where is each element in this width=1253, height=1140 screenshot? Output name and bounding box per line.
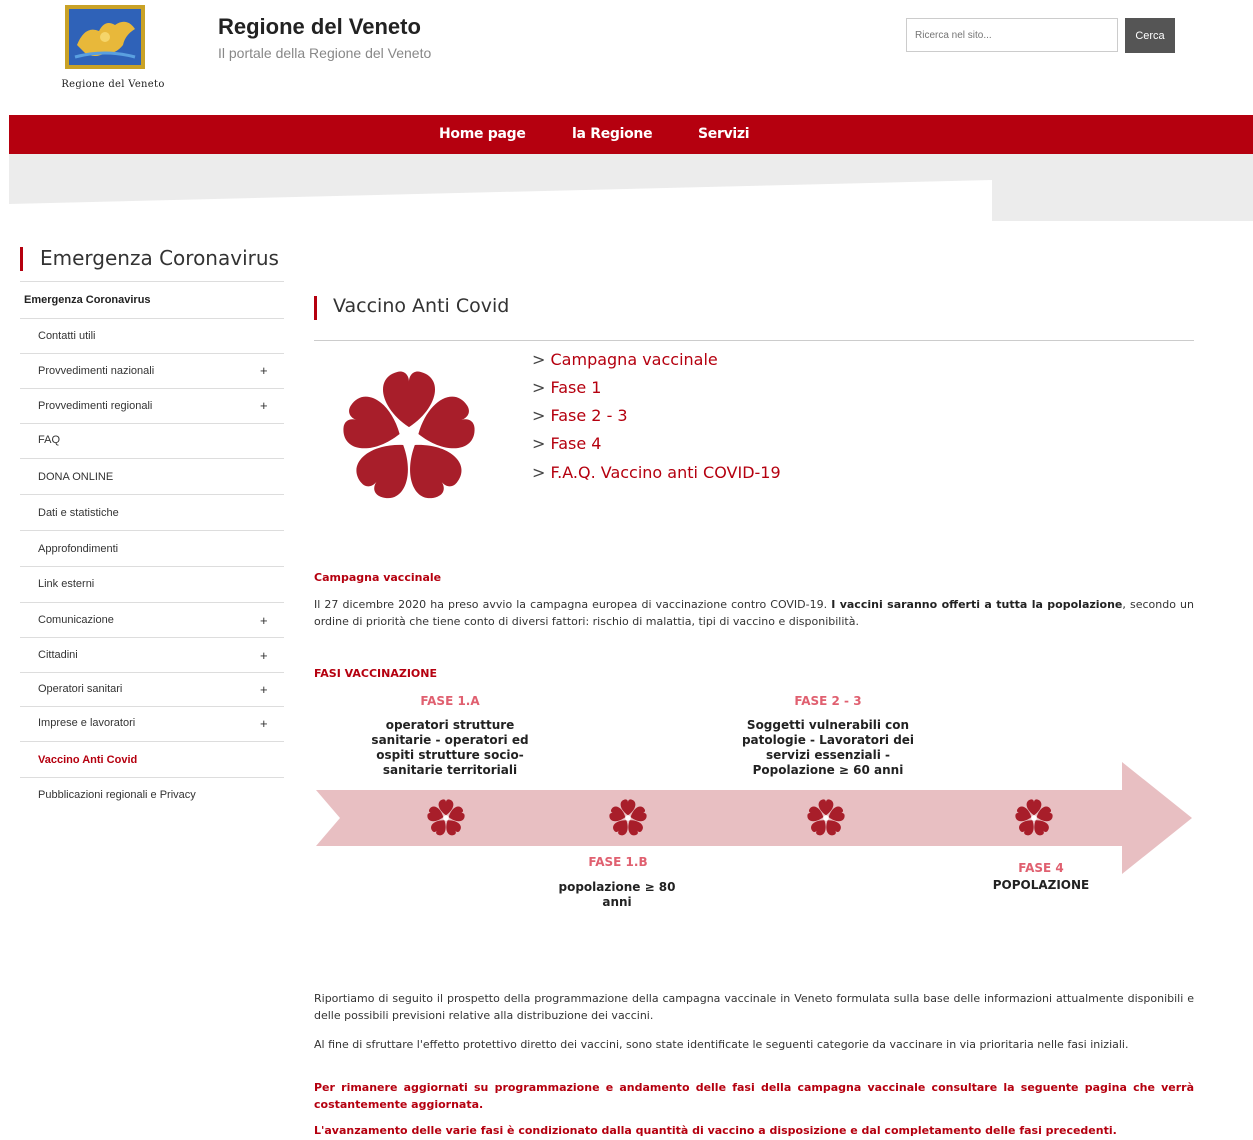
sidebar-item-label: Dati e statistiche — [38, 507, 119, 519]
site-subtitle: Il portale della Regione del Veneto — [218, 45, 432, 61]
site-title[interactable]: Regione del Veneto — [218, 14, 421, 40]
timeline-arrow — [316, 762, 1192, 874]
sidebar-item-vaccino[interactable]: Vaccino Anti Covid — [20, 742, 284, 778]
link-prefix: > — [532, 406, 546, 425]
sidebar-item-label: Comunicazione — [38, 614, 114, 626]
fase-1b-label: FASE 1.B — [588, 855, 648, 869]
expand-plus-icon[interactable]: + — [260, 648, 268, 663]
link-campagna[interactable]: > Campagna vaccinale — [532, 350, 718, 369]
fase-2-3-label: FASE 2 - 3 — [794, 694, 862, 708]
paragraph-avanzamento: L'avanzamento delle varie fasi è condizi… — [314, 1124, 1117, 1137]
link-prefix: > — [532, 378, 546, 397]
sidebar-item-label: Provvedimenti nazionali — [38, 365, 155, 377]
link-text: Fase 1 — [550, 378, 602, 397]
sidebar-item-provv-regionali[interactable]: Provvedimenti regionali + — [20, 389, 284, 424]
sidebar-item-link-esterni[interactable]: Link esterni — [20, 567, 284, 603]
nav-regione[interactable]: la Regione — [572, 126, 653, 142]
sidebar-item-dati[interactable]: Dati e statistiche — [20, 495, 284, 531]
sidebar-item-label: Pubblicazioni regionali e Privacy — [38, 789, 196, 801]
link-faq-vaccino[interactable]: > F.A.Q. Vaccino anti COVID-19 — [532, 463, 781, 482]
text-segment: Il 27 dicembre 2020 ha preso avvio la ca… — [314, 598, 832, 611]
sidebar-item-faq[interactable]: FAQ — [20, 424, 284, 459]
link-text: F.A.Q. Vaccino anti COVID-19 — [550, 463, 781, 482]
campagna-heading: Campagna vaccinale — [314, 571, 442, 584]
sidebar-item-label: Imprese e lavoratori — [38, 717, 136, 729]
link-fase-4[interactable]: > Fase 4 — [532, 434, 601, 453]
expand-plus-icon[interactable]: + — [260, 398, 268, 413]
fase-4-desc: POPOLAZIONE — [992, 878, 1090, 892]
sidebar-item-emergenza[interactable]: Emergenza Coronavirus — [20, 282, 284, 319]
sidebar-item-approfondimenti[interactable]: Approfondimenti — [20, 531, 284, 567]
sidebar-title: Emergenza Coronavirus — [40, 246, 279, 270]
sidebar-item-label: Cittadini — [38, 649, 78, 661]
sidebar-item-comunicazione[interactable]: Comunicazione + — [20, 603, 284, 638]
sidebar-title-accent — [20, 247, 23, 271]
sidebar-item-label: Operatori sanitari — [38, 683, 123, 695]
primula-flower-icon — [340, 371, 478, 506]
sidebar-item-label: Provvedimenti regionali — [38, 400, 153, 412]
grey-band — [9, 154, 1253, 221]
sidebar-item-label: Link esterni — [38, 578, 95, 590]
search-input[interactable] — [906, 18, 1118, 52]
sidebar-item-contatti[interactable]: Contatti utili — [20, 319, 284, 354]
expand-plus-icon[interactable]: + — [260, 613, 268, 628]
title-accent — [314, 296, 317, 320]
paragraph-categorie: Al fine di sfruttare l'effetto protettiv… — [314, 1038, 1129, 1051]
sidebar-item-label: FAQ — [38, 434, 61, 446]
sidebar-item-provv-nazionali[interactable]: Provvedimenti nazionali + — [20, 354, 284, 389]
link-fase-1[interactable]: > Fase 1 — [532, 378, 601, 397]
sidebar-item-label: Vaccino Anti Covid — [38, 754, 138, 766]
sidebar-item-operatori[interactable]: Operatori sanitari + — [20, 673, 284, 707]
sidebar-item-imprese[interactable]: Imprese e lavoratori + — [20, 707, 284, 742]
link-text: Fase 2 - 3 — [550, 406, 628, 425]
lion-shield-icon — [65, 5, 145, 69]
regione-logo[interactable]: Regione del Veneto — [53, 5, 173, 95]
sidebar-item-label: Contatti utili — [38, 330, 96, 342]
paragraph-prospetto: Riportiamo di seguito il prospetto della… — [314, 992, 1194, 1022]
fase-4-label: FASE 4 — [1018, 861, 1064, 875]
nav-servizi[interactable]: Servizi — [698, 126, 750, 142]
fasi-heading: FASI VACCINAZIONE — [314, 667, 437, 680]
page-title: Vaccino Anti Covid — [333, 295, 510, 317]
search-button[interactable]: Cerca — [1125, 18, 1175, 53]
paragraph-aggiornamenti[interactable]: Per rimanere aggiornati su programmazion… — [314, 1079, 1194, 1113]
sidebar-item-label: Approfondimenti — [38, 543, 119, 555]
nav-home[interactable]: Home page — [439, 126, 526, 142]
link-fase-2-3[interactable]: > Fase 2 - 3 — [532, 406, 628, 425]
link-prefix: > — [532, 463, 546, 482]
text-bold: I vaccini saranno offerti a tutta la pop… — [831, 598, 1123, 611]
link-text: Fase 4 — [550, 434, 602, 453]
link-prefix: > — [532, 434, 546, 453]
link-text: Campagna vaccinale — [550, 350, 718, 369]
fase-1b-desc: popolazione ≥ 80 anni — [558, 880, 676, 909]
sidebar-item-label: DONA ONLINE — [38, 471, 114, 483]
sidebar-item-dona[interactable]: DONA ONLINE — [20, 459, 284, 495]
divider — [314, 340, 1194, 341]
expand-plus-icon[interactable]: + — [260, 363, 268, 378]
expand-plus-icon[interactable]: + — [260, 716, 268, 731]
fase-2-3-desc: Soggetti vulnerabili con patologie - Lav… — [741, 718, 915, 777]
fase-1a-label: FASE 1.A — [420, 694, 480, 708]
sidebar-item-cittadini[interactable]: Cittadini + — [20, 638, 284, 673]
logo-text: Regione del Veneto — [61, 79, 165, 90]
expand-plus-icon[interactable]: + — [260, 682, 268, 697]
fase-1a-desc: operatori strutture sanitarie - operator… — [371, 718, 529, 777]
link-prefix: > — [532, 350, 546, 369]
campagna-paragraph: Il 27 dicembre 2020 ha preso avvio la ca… — [314, 596, 1194, 630]
sidebar-item-pubblicazioni[interactable]: Pubblicazioni regionali e Privacy — [20, 778, 284, 814]
sidebar-item-label: Emergenza Coronavirus — [24, 294, 151, 306]
